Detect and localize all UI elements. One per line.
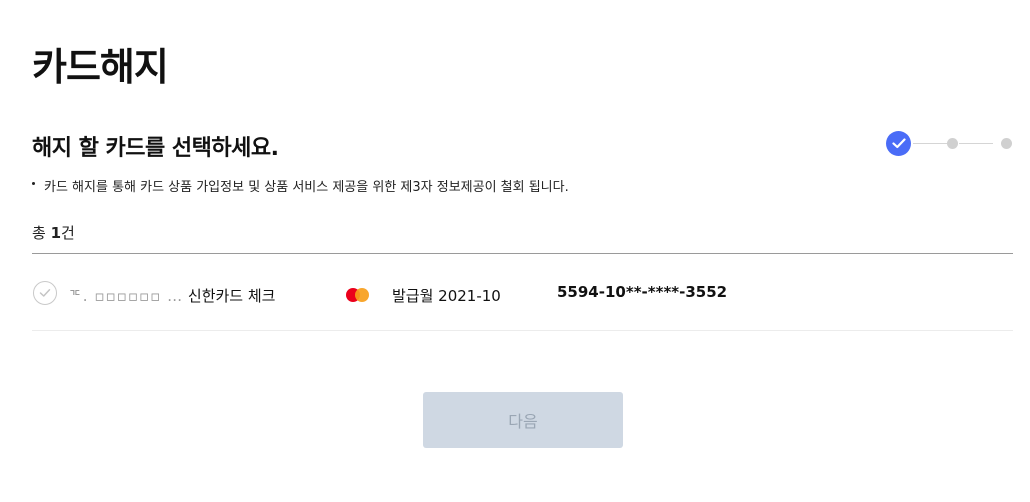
card-product-name: 신한카드 체크 xyxy=(187,287,276,305)
step-3-dot xyxy=(1001,138,1012,149)
count-prefix: 총 xyxy=(32,224,46,242)
issue-date: 발급월 2021-10 xyxy=(392,287,501,305)
notice-text: 카드 해지를 통해 카드 상품 가입정보 및 상품 서비스 제공을 위한 제3자… xyxy=(32,176,569,195)
step-2-dot xyxy=(947,138,958,149)
section-title: 해지 할 카드를 선택하세요. xyxy=(32,136,279,161)
step-connector xyxy=(959,143,993,144)
count-value: 1 xyxy=(50,224,62,242)
step-connector xyxy=(913,143,947,144)
next-button[interactable]: 다음 xyxy=(423,392,623,448)
card-list-item[interactable]: ᄀᄃ. ▫▫▫▫▫▫ … 신한카드 체크 발급월 2021-10 5594-10… xyxy=(32,254,1013,330)
page-title: 카드해지 xyxy=(32,45,169,89)
mastercard-icon xyxy=(346,288,370,302)
card-number: 5594-10**-****-3552 xyxy=(557,283,728,301)
check-icon xyxy=(39,289,51,297)
card-count: 총 1건 xyxy=(32,222,75,243)
count-suffix: 건 xyxy=(61,224,75,242)
card-name: ᄀᄃ. ▫▫▫▫▫▫ … 신한카드 체크 xyxy=(68,285,275,306)
progress-stepper xyxy=(886,131,1014,156)
bullet-icon xyxy=(32,182,35,185)
list-bottom-divider xyxy=(32,330,1013,331)
step-1-completed-check-icon xyxy=(886,131,911,156)
card-select-radio[interactable] xyxy=(33,281,57,305)
card-name-masked: ᄀᄃ. ▫▫▫▫▫▫ … xyxy=(68,287,184,305)
notice-message: 카드 해지를 통해 카드 상품 가입정보 및 상품 서비스 제공을 위한 제3자… xyxy=(44,180,569,195)
